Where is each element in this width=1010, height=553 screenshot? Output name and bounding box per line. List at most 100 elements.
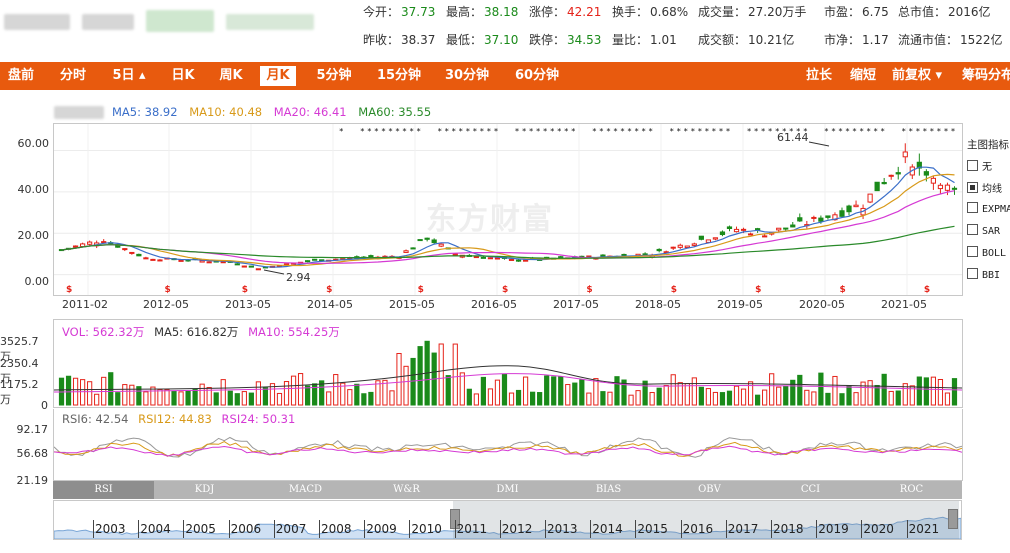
star-marker: * [374,127,378,136]
volume-bar [171,390,177,406]
tab-dmi[interactable]: DMI [457,481,558,499]
shrink-button[interactable]: 缩短 [848,66,878,86]
volume-bar [923,377,929,406]
volume-bar [733,385,740,406]
tab-weekly-k[interactable]: 周K [216,66,246,86]
tab-intraday[interactable]: 分时 [56,66,90,86]
tab-obv[interactable]: OBV [659,481,760,499]
candle-body [719,231,726,236]
star-marker: * [923,127,927,136]
volume-chart-panel[interactable]: VOL: 562.32万 MA5: 616.82万 MA10: 554.25万 [53,319,963,408]
tab-5day[interactable]: 5日 ▴ [108,66,150,86]
volume-bar [122,384,128,406]
tab-premarket[interactable]: 盘前 [4,66,38,86]
navigator-year-tick [138,520,140,538]
navigator-year-tick [364,520,366,538]
star-marker: * [360,127,364,136]
indicator-option-bbi[interactable]: BBI [967,268,1000,281]
volume-bar [494,379,501,406]
tab-daily-k[interactable]: 日K [168,66,198,86]
star-marker: * [613,127,617,136]
stretch-button[interactable]: 拉长 [804,66,834,86]
tab-wr[interactable]: W&R [356,481,457,499]
volume-bar [937,378,944,406]
star-marker: * [381,127,385,136]
dividend-marker: $ [502,285,508,295]
dividend-marker: $ [242,285,248,295]
navigator-year-tick [273,520,275,538]
quote-prev-close: 昨收： 38.37 [363,33,436,47]
volume-bar [452,343,458,406]
tab-bias[interactable]: BIAS [558,481,659,499]
checkbox-icon[interactable] [967,160,978,171]
candle-body [136,253,142,257]
volume-bar [220,379,226,406]
quote-market-cap: 总市值： 2016亿 [898,5,991,19]
checkbox-checked-icon[interactable] [967,182,978,193]
navigator-year-tick [93,520,94,538]
tab-5min[interactable]: 5分钟 [312,66,356,86]
quote-header: 今开： 37.73 最高： 38.18 涨停： 42.21 换手： 0.68% 成交量：… [0,0,1010,58]
star-marker: * [515,127,519,136]
star-marker: * [670,127,674,136]
price-y-tick: 60.00 [17,137,50,150]
navigator-year-label: 2007 [275,522,307,536]
volume-bar [537,392,543,406]
candle-body [881,181,887,185]
price-x-tick: 2016-05 [471,298,517,311]
indicator-option-ma[interactable]: 均线 [967,180,1002,195]
checkbox-icon[interactable] [967,268,978,279]
price-x-tick: 2017-05 [553,298,599,311]
tab-cci[interactable]: CCI [760,481,861,499]
volume-bar [867,380,873,406]
candle-body [234,263,240,266]
tab-macd[interactable]: MACD [255,481,356,499]
checkbox-icon[interactable] [967,202,978,213]
candle-body [783,227,789,230]
quote-limit-down: 跌停： 34.53 [529,33,602,47]
checkbox-icon[interactable] [967,224,978,235]
navigator-year-tick [319,520,320,538]
legend-ma60: MA60: 35.55 [358,105,432,119]
chip-distribution-button[interactable]: 筹码分布 [962,66,1010,86]
indicator-tab-bar: RSI KDJ MACD W&R DMI BIAS OBV CCI ROC [53,481,962,499]
tab-monthly-k[interactable]: 月K [260,66,296,86]
navigator-year-label: 2009 [366,522,397,536]
price-chart-panel[interactable]: * * * * * * * * * * * * * * * * * * * * * * * * * * * * * * * * * * * * * * * *… [53,123,963,296]
tab-30min[interactable]: 30分钟 [442,66,492,86]
low-arrow [263,269,285,275]
tab-roc[interactable]: ROC [861,481,962,499]
navigator-right-handle[interactable] [948,509,958,529]
quote-low: 最低： 37.10 [446,33,519,47]
indicator-option-expma[interactable]: EXPMA [967,202,1010,215]
candle-body [790,224,796,228]
candle-body [811,216,817,219]
legend-rsi24: RSI24: 50.31 [221,412,296,426]
price-x-tick: 2013-05 [225,298,271,311]
candle-body [438,243,444,247]
volume-bar [508,392,515,406]
volume-bar [108,372,114,406]
indicator-option-sar[interactable]: SAR [967,224,1000,237]
tab-15min[interactable]: 15分钟 [374,66,424,86]
volume-bar [895,390,901,406]
volume-bar [276,392,283,406]
candle-body [733,228,740,233]
indicator-option-none[interactable]: 无 [967,158,992,173]
price-blurred [146,10,214,32]
volume-bar [129,384,135,406]
price-x-tick: 2020-05 [799,298,845,311]
dividend-marker: $ [418,285,424,295]
tab-60min[interactable]: 60分钟 [512,66,562,86]
star-marker: * [712,127,716,136]
tab-kdj[interactable]: KDJ [154,481,255,499]
checkbox-icon[interactable] [967,246,978,257]
rsi-chart-panel[interactable]: RSI6: 42.54 RSI12: 44.83 RSI24: 50.31 [53,409,963,481]
candle-body [846,205,852,213]
tab-rsi[interactable]: RSI [53,481,154,499]
adjust-dropdown[interactable]: 前复权 ▾ [892,66,942,86]
star-marker: * [592,127,596,136]
price-y-tick: 0.00 [24,275,50,288]
indicator-option-boll[interactable]: BOLL [967,246,1006,259]
candle-body [888,174,894,177]
